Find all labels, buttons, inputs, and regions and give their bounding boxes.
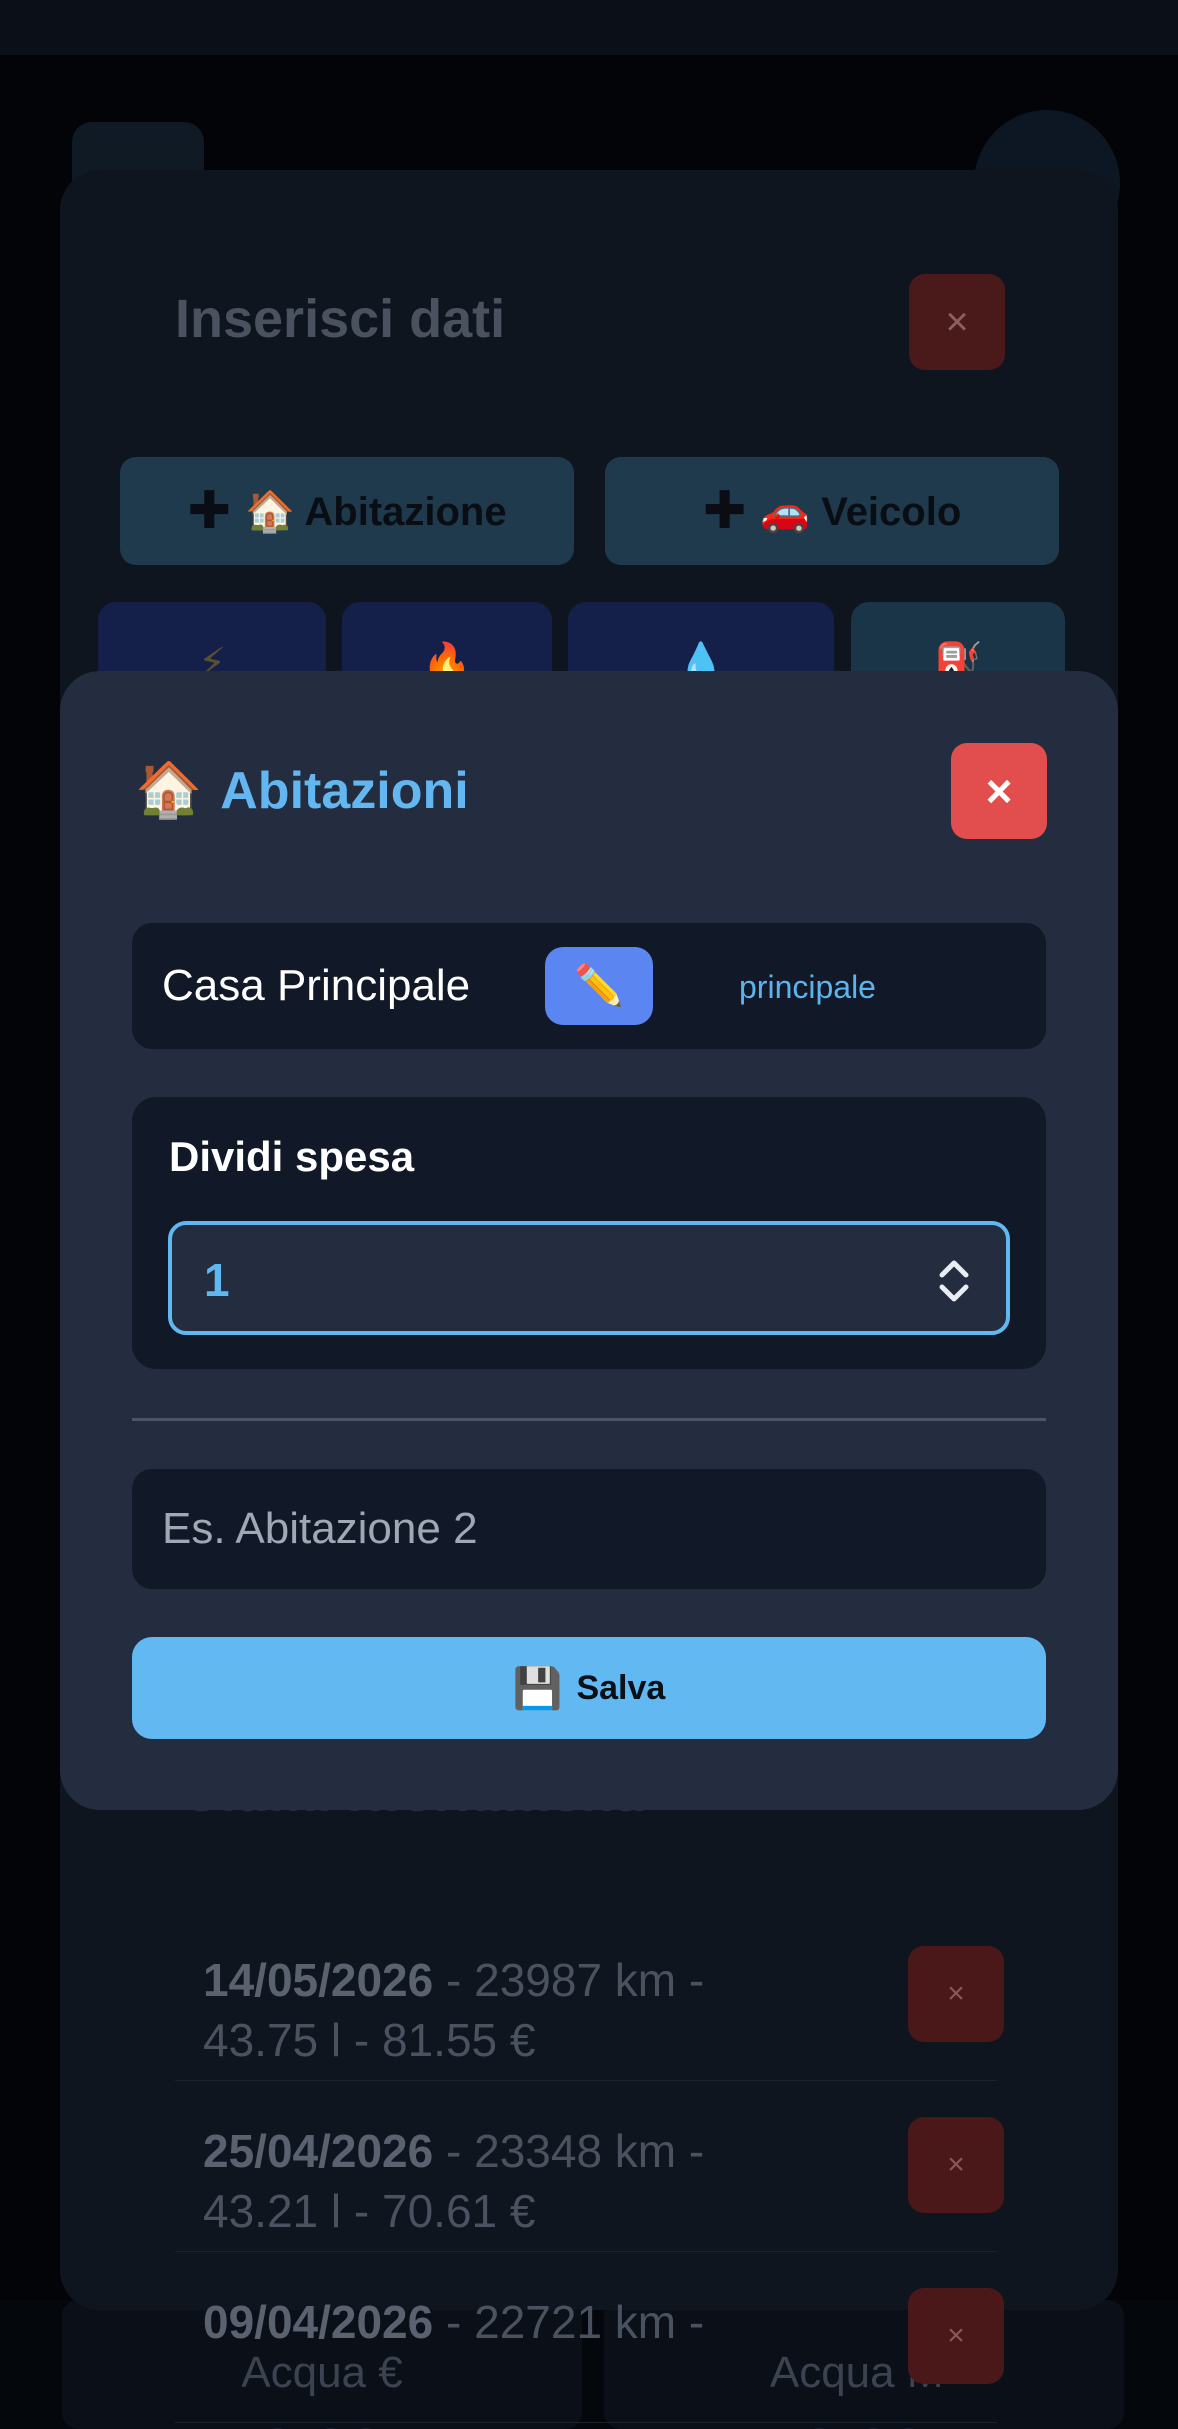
divider bbox=[132, 1418, 1046, 1421]
new-home-name-input[interactable] bbox=[132, 1469, 1046, 1589]
split-expense-box: Dividi spesa 1 bbox=[132, 1097, 1046, 1369]
save-button[interactable]: 💾 Salva bbox=[132, 1637, 1046, 1739]
home-tag: principale bbox=[739, 969, 876, 1005]
plus-icon: ✚ bbox=[702, 482, 747, 540]
split-expense-label: Dividi spesa bbox=[169, 1133, 415, 1180]
list-item: 09/04/2026 - 22721 km - × bbox=[175, 2252, 1004, 2423]
plus-icon: ✚ bbox=[187, 482, 231, 540]
add-home-label: 🏠 Abitazione bbox=[244, 489, 507, 534]
status-bar bbox=[0, 0, 1178, 55]
home-row: Casa Principale ✏️ principale bbox=[132, 923, 1046, 1049]
edit-home-button[interactable]: ✏️ bbox=[545, 947, 653, 1025]
delete-button[interactable]: × bbox=[908, 1946, 1004, 2042]
app-screen: Acqua € 0.00 Acqua M³ 0.00 Inserisci dat… bbox=[0, 0, 1178, 2429]
refuel-entry: 09/04/2026 - 22721 km - bbox=[203, 2296, 705, 2348]
list-item: 14/05/2026 - 23987 km - 43.75 l - 81.55 … bbox=[175, 1910, 1004, 2081]
homes-modal-title-text: Abitazioni bbox=[220, 761, 469, 820]
split-expense-value: 1 bbox=[204, 1254, 230, 1306]
split-expense-select[interactable]: 1 bbox=[168, 1221, 1010, 1335]
add-vehicle-label: 🚗 Veicolo bbox=[760, 489, 962, 534]
refuel-entry: 25/04/2026 - 23348 km - 43.21 l - 70.61 … bbox=[203, 2125, 705, 2237]
house-icon: 🏠 bbox=[135, 760, 203, 820]
insert-data-title: Inserisci dati bbox=[175, 289, 506, 349]
homes-modal: 🏠 Abitazioni × Casa Principale ✏️ princi… bbox=[60, 671, 1118, 1810]
add-home-button[interactable]: ✚ 🏠 Abitazione bbox=[120, 457, 574, 565]
refuel-list: 14/05/2026 - 23987 km - 43.75 l - 81.55 … bbox=[175, 1910, 1004, 2423]
delete-button[interactable]: × bbox=[908, 2288, 1004, 2384]
floppy-disk-icon: 💾 bbox=[512, 1666, 563, 1711]
refuel-entry: 14/05/2026 - 23987 km - 43.75 l - 81.55 … bbox=[203, 1954, 705, 2066]
pencil-icon: ✏️ bbox=[574, 964, 624, 1008]
close-button[interactable]: × bbox=[951, 743, 1047, 839]
list-item: 25/04/2026 - 23348 km - 43.21 l - 70.61 … bbox=[175, 2081, 1004, 2252]
save-button-label: Salva bbox=[576, 1668, 666, 1707]
add-vehicle-button[interactable]: ✚ 🚗 Veicolo bbox=[605, 457, 1059, 565]
home-name: Casa Principale bbox=[162, 961, 471, 1010]
insert-data-close-button[interactable]: × bbox=[909, 274, 1005, 370]
delete-button[interactable]: × bbox=[908, 2117, 1004, 2213]
homes-modal-title: 🏠 Abitazioni bbox=[135, 759, 469, 822]
chevron-up-down-icon bbox=[939, 1260, 969, 1302]
